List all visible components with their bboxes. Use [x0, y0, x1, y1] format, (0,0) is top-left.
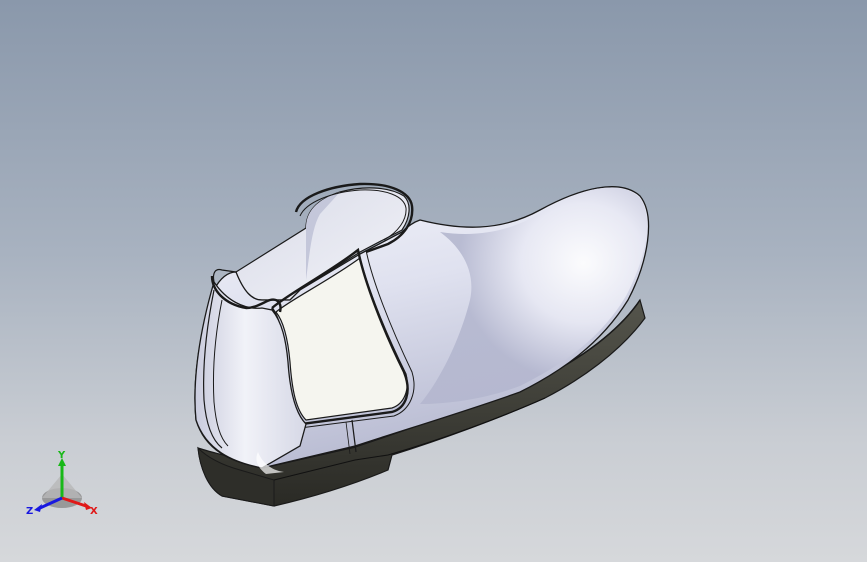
triad-z-label: Z	[26, 506, 33, 517]
triad-y-label: Y	[57, 450, 66, 461]
triad-x-label: X	[90, 506, 98, 517]
triad-z-arrow	[34, 504, 42, 512]
reference-triad: Y X Z	[26, 450, 98, 517]
graphics-viewport[interactable]: Y X Z	[0, 0, 867, 562]
shoe-model[interactable]	[0, 0, 867, 562]
